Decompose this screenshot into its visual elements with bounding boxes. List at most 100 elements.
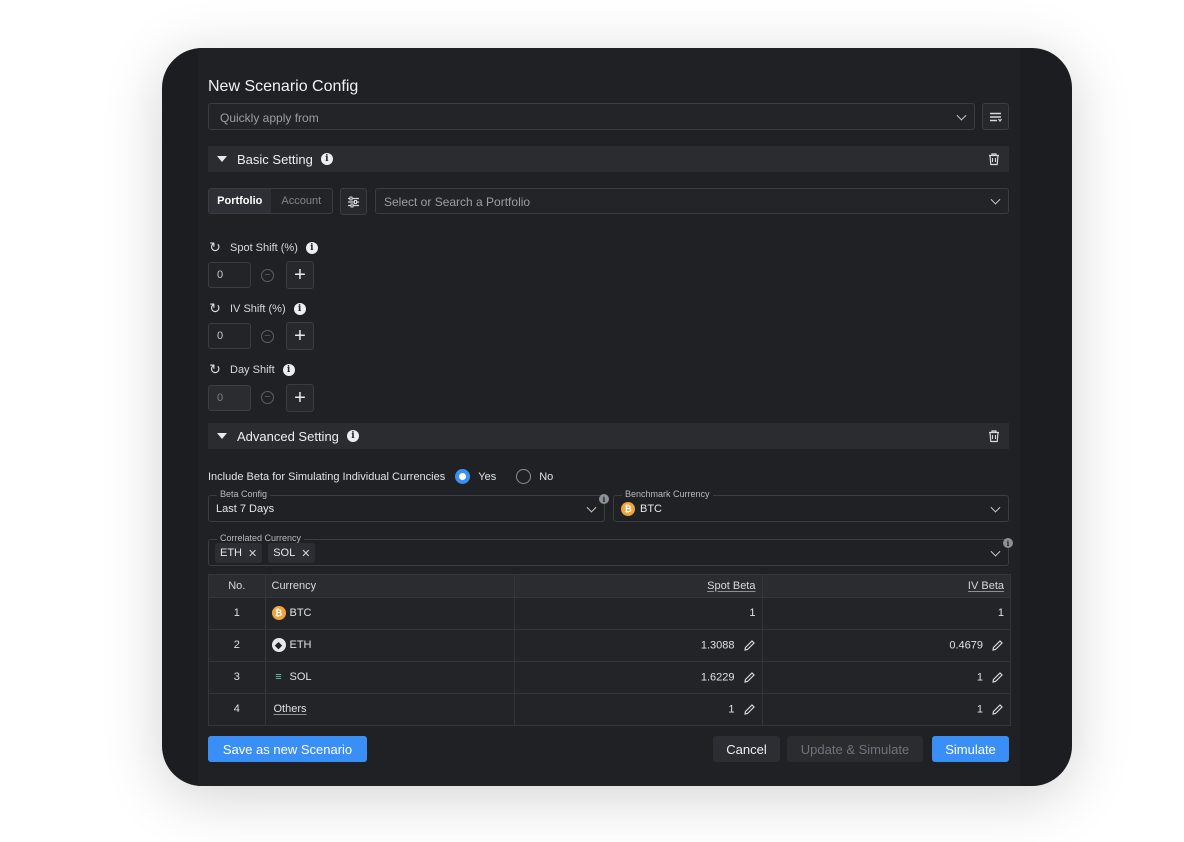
row-currency: ₿ BTC xyxy=(265,596,515,629)
col-iv-beta[interactable]: IV Beta xyxy=(762,575,1010,597)
beta-question-label: Include Beta for Simulating Individual C… xyxy=(208,470,446,483)
info-icon[interactable]: i xyxy=(1003,538,1013,548)
beta-config-value: Last 7 Days xyxy=(216,503,275,515)
day-shift-label-row: ↻ Day Shift i xyxy=(208,361,295,378)
portfolio-placeholder: Select or Search a Portfolio xyxy=(384,195,531,209)
save-as-new-scenario-button[interactable]: Save as new Scenario xyxy=(208,736,367,762)
chip-label: ETH xyxy=(220,547,242,559)
radio-no-label: No xyxy=(539,470,554,483)
col-iv-beta-label: IV Beta xyxy=(967,579,1004,592)
reset-icon[interactable]: ↻ xyxy=(208,239,222,256)
edit-pencil-icon[interactable] xyxy=(991,639,1004,652)
increment-button[interactable]: + xyxy=(286,384,314,412)
currency-label: SOL xyxy=(289,670,312,683)
portfolio-account-toggle: Portfolio Account xyxy=(208,188,333,214)
simulate-button[interactable]: Simulate xyxy=(932,736,1009,762)
reset-icon[interactable]: ↻ xyxy=(208,300,222,317)
table-row: 3 ≡ SOL 1.6229 1 xyxy=(209,660,1010,693)
basic-setting-header[interactable]: Basic Setting i xyxy=(208,146,1009,172)
scenario-config-panel: New Scenario Config Quickly apply from B… xyxy=(198,48,1020,786)
spot-beta-value: 1.6229 xyxy=(700,670,735,683)
benchmark-currency-select[interactable]: Benchmark Currency ₿ BTC xyxy=(613,489,1009,522)
chevron-down-icon xyxy=(586,502,597,513)
iv-shift-input[interactable]: 0 xyxy=(208,323,251,349)
col-spot-beta[interactable]: Spot Beta xyxy=(514,575,763,597)
quick-apply-select[interactable]: Quickly apply from xyxy=(208,103,975,130)
iv-shift-label-row: ↻ IV Shift (%) i xyxy=(208,300,306,317)
col-spot-beta-label: Spot Beta xyxy=(707,579,756,592)
correlated-currency-select[interactable]: Correlated Currency ETH ✕ SOL ✕ xyxy=(208,533,1009,566)
info-icon[interactable]: i xyxy=(599,494,609,504)
row-no: 1 xyxy=(209,596,266,629)
spot-beta-value: 1 xyxy=(728,703,735,716)
chip-label: SOL xyxy=(273,547,296,559)
trash-icon[interactable] xyxy=(987,429,1001,443)
iv-shift-label: IV Shift (%) xyxy=(230,302,286,315)
row-currency: ◆ ETH xyxy=(265,628,515,661)
day-shift-input[interactable]: 0 xyxy=(208,385,251,411)
cancel-button[interactable]: Cancel xyxy=(713,736,780,762)
chevron-down-icon xyxy=(990,194,1001,205)
currency-label[interactable]: Others xyxy=(274,703,307,715)
filter-list-button[interactable] xyxy=(982,103,1009,130)
table-header-row: No. Currency Spot Beta IV Beta xyxy=(209,575,1010,597)
basic-setting-label: Basic Setting xyxy=(237,151,313,167)
edit-pencil-icon[interactable] xyxy=(991,703,1004,716)
radio-no[interactable] xyxy=(516,469,532,484)
col-no: No. xyxy=(209,575,266,597)
chip-list: ETH ✕ SOL ✕ xyxy=(215,543,321,563)
increment-button[interactable]: + xyxy=(286,261,314,289)
decrement-button[interactable]: − xyxy=(261,269,274,282)
row-spot-beta: 1.3088 xyxy=(514,628,763,661)
decrement-button[interactable]: − xyxy=(261,391,274,404)
info-icon[interactable]: i xyxy=(320,153,333,165)
advanced-setting-header[interactable]: Advanced Setting i xyxy=(208,423,1009,449)
row-spot-beta: 1.6229 xyxy=(514,660,763,693)
beta-question-row: Include Beta for Simulating Individual C… xyxy=(208,469,553,484)
row-currency: Others xyxy=(265,692,515,725)
info-icon[interactable]: i xyxy=(305,241,318,254)
collapse-triangle-icon xyxy=(217,156,227,162)
benchmark-value: BTC xyxy=(640,503,662,515)
info-icon[interactable]: i xyxy=(346,430,359,442)
radio-yes[interactable] xyxy=(455,469,471,484)
decrement-button[interactable]: − xyxy=(261,330,274,343)
row-iv-beta: 1 xyxy=(762,596,1010,629)
update-simulate-button[interactable]: Update & Simulate xyxy=(787,736,923,762)
trash-icon[interactable] xyxy=(987,152,1001,166)
sort-list-icon xyxy=(990,112,1002,122)
edit-pencil-icon[interactable] xyxy=(743,671,756,684)
tab-portfolio[interactable]: Portfolio xyxy=(209,189,271,213)
currency-label: BTC xyxy=(289,606,312,619)
chip-sol: SOL ✕ xyxy=(268,543,316,563)
row-no: 2 xyxy=(209,628,266,661)
edit-pencil-icon[interactable] xyxy=(991,671,1004,684)
portfolio-settings-button[interactable] xyxy=(340,188,367,215)
table-row: 4 Others 1 1 xyxy=(209,692,1010,725)
info-icon[interactable]: i xyxy=(282,363,295,376)
table-row: 1 ₿ BTC 1 1 xyxy=(209,596,1010,629)
advanced-setting-label: Advanced Setting xyxy=(237,428,339,444)
portfolio-select[interactable]: Select or Search a Portfolio xyxy=(375,188,1009,214)
beta-config-label: Beta Config xyxy=(217,489,271,499)
collapse-triangle-icon xyxy=(217,433,227,439)
chevron-down-icon xyxy=(956,110,967,121)
spot-shift-input[interactable]: 0 xyxy=(208,262,251,288)
spot-beta-value: 1.3088 xyxy=(700,638,735,651)
row-no: 4 xyxy=(209,692,266,725)
increment-button[interactable]: + xyxy=(286,322,314,350)
close-icon[interactable]: ✕ xyxy=(301,547,310,560)
edit-pencil-icon[interactable] xyxy=(743,639,756,652)
col-currency: Currency xyxy=(265,575,515,597)
tab-account[interactable]: Account xyxy=(271,189,333,213)
sol-icon: ≡ xyxy=(275,671,282,684)
info-icon[interactable]: i xyxy=(293,302,306,315)
benchmark-currency-label: Benchmark Currency xyxy=(622,489,713,499)
row-iv-beta: 1 xyxy=(762,692,1010,725)
reset-icon[interactable]: ↻ xyxy=(208,361,222,378)
close-icon[interactable]: ✕ xyxy=(248,547,257,560)
btc-icon: ₿ xyxy=(621,502,635,516)
beta-config-select[interactable]: Beta Config Last 7 Days xyxy=(208,489,605,522)
edit-pencil-icon[interactable] xyxy=(743,703,756,716)
currency-label: ETH xyxy=(289,638,312,651)
